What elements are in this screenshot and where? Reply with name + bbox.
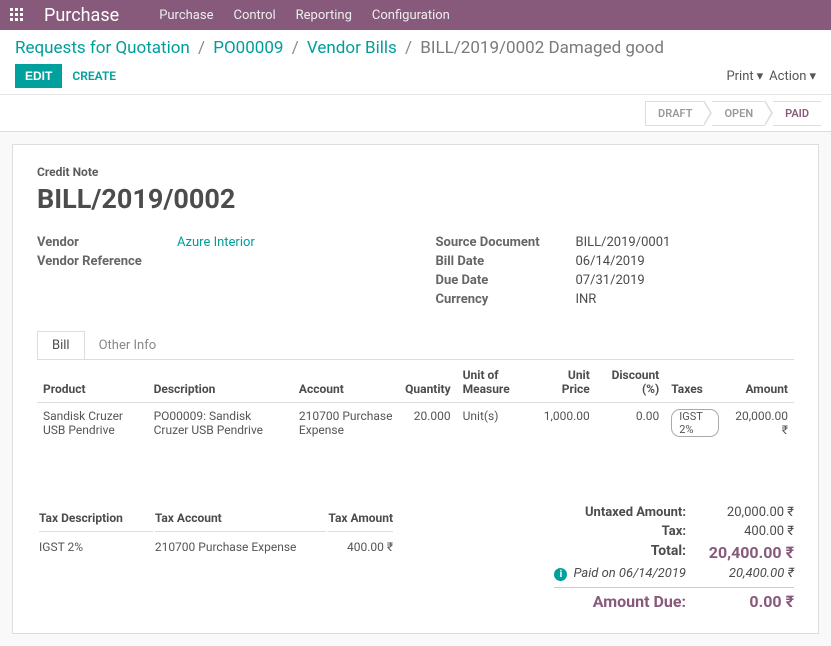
invoice-lines-table: Product Description Account Quantity Uni…	[37, 360, 794, 443]
untaxed-label: Untaxed Amount:	[566, 505, 686, 520]
status-bar: DRAFT OPEN PAID	[0, 95, 831, 132]
line-qty: 20.000	[399, 403, 456, 444]
paid-label: iPaid on 06/14/2019	[554, 566, 686, 581]
app-title: Purchase	[44, 5, 119, 26]
line-tax: IGST 2%	[665, 403, 725, 444]
status-draft[interactable]: DRAFT	[645, 101, 704, 126]
status-paid[interactable]: PAID	[773, 101, 821, 126]
tax-col-account: Tax Account	[155, 505, 327, 532]
tax-total-label: Tax:	[566, 524, 686, 539]
menu-control[interactable]: Control	[233, 8, 275, 23]
caret-down-icon: ▾	[757, 69, 764, 84]
col-description: Description	[148, 360, 293, 403]
due-date-value: 07/31/2019	[576, 273, 645, 288]
bill-date-value: 06/14/2019	[576, 254, 645, 269]
line-uom: Unit(s)	[457, 403, 535, 444]
line-price: 1,000.00	[534, 403, 595, 444]
line-account: 210700 Purchase Expense	[293, 403, 399, 444]
menu-configuration[interactable]: Configuration	[372, 8, 450, 23]
source-label: Source Document	[436, 235, 576, 250]
breadcrumb: Requests for Quotation / PO00009 / Vendo…	[15, 38, 816, 58]
doc-title: BILL/2019/0002	[37, 183, 794, 215]
line-amount: 20,000.00 ₹	[725, 403, 794, 444]
apps-icon[interactable]	[10, 8, 24, 22]
col-quantity: Quantity	[399, 360, 456, 403]
info-icon[interactable]: i	[554, 568, 567, 581]
tax-desc: IGST 2%	[39, 534, 153, 560]
tabs: Bill Other Info	[37, 331, 794, 360]
line-discount: 0.00	[596, 403, 665, 444]
bill-date-label: Bill Date	[436, 254, 576, 269]
line-desc: PO00009: Sandisk Cruzer USB Pendrive	[148, 403, 293, 444]
breadcrumb-current: BILL/2019/0002 Damaged good	[420, 38, 664, 58]
status-open[interactable]: OPEN	[712, 101, 765, 126]
due-value: 0.00 ₹	[704, 592, 794, 611]
top-menu: Purchase Control Reporting Configuration	[159, 8, 450, 23]
tax-table: Tax Description Tax Account Tax Amount I…	[37, 503, 395, 562]
breadcrumb-bills[interactable]: Vendor Bills	[307, 38, 397, 58]
tab-bill[interactable]: Bill	[37, 331, 85, 359]
col-discount: Discount (%)	[596, 360, 665, 403]
tax-account: 210700 Purchase Expense	[155, 534, 327, 560]
due-label: Amount Due:	[566, 592, 686, 611]
tax-tag: IGST 2%	[671, 409, 719, 437]
source-value: BILL/2019/0001	[576, 235, 671, 250]
menu-reporting[interactable]: Reporting	[296, 8, 352, 23]
breadcrumb-po[interactable]: PO00009	[213, 38, 283, 58]
currency-value: INR	[576, 292, 597, 307]
table-row[interactable]: Sandisk Cruzer USB Pendrive PO00009: San…	[37, 403, 794, 444]
tax-amount: 400.00 ₹	[328, 534, 393, 560]
col-product: Product	[37, 360, 148, 403]
table-row[interactable]: IGST 2% 210700 Purchase Expense 400.00 ₹	[39, 534, 393, 560]
print-dropdown[interactable]: Print ▾	[726, 69, 763, 84]
doc-subtitle: Credit Note	[37, 165, 794, 179]
col-uom: Unit of Measure	[457, 360, 535, 403]
vendor-ref-label: Vendor Reference	[37, 254, 177, 269]
paid-value: 20,400.00 ₹	[704, 566, 794, 581]
top-navbar: Purchase Purchase Control Reporting Conf…	[0, 0, 831, 30]
col-amount: Amount	[725, 360, 794, 403]
tax-col-amount: Tax Amount	[328, 505, 393, 532]
breadcrumb-rfq[interactable]: Requests for Quotation	[15, 38, 190, 58]
col-price: Unit Price	[534, 360, 595, 403]
untaxed-value: 20,000.00 ₹	[704, 505, 794, 520]
vendor-value[interactable]: Azure Interior	[177, 235, 255, 250]
line-product: Sandisk Cruzer USB Pendrive	[37, 403, 148, 444]
action-dropdown[interactable]: Action ▾	[769, 69, 816, 84]
control-panel: Requests for Quotation / PO00009 / Vendo…	[0, 30, 831, 95]
form-sheet: Credit Note BILL/2019/0002 Vendor Azure …	[12, 144, 819, 634]
vendor-label: Vendor	[37, 235, 177, 250]
totals: Untaxed Amount: 20,000.00 ₹ Tax: 400.00 …	[554, 503, 794, 613]
edit-button[interactable]: EDIT	[15, 64, 62, 88]
total-label: Total:	[566, 543, 686, 562]
tax-col-desc: Tax Description	[39, 505, 153, 532]
currency-label: Currency	[436, 292, 576, 307]
menu-purchase[interactable]: Purchase	[159, 8, 213, 23]
tab-other-info[interactable]: Other Info	[84, 331, 172, 359]
due-date-label: Due Date	[436, 273, 576, 288]
total-value: 20,400.00 ₹	[704, 543, 794, 562]
tax-total-value: 400.00 ₹	[704, 524, 794, 539]
col-taxes: Taxes	[665, 360, 725, 403]
col-account: Account	[293, 360, 399, 403]
create-button[interactable]: CREATE	[72, 69, 116, 83]
caret-down-icon: ▾	[809, 69, 816, 84]
